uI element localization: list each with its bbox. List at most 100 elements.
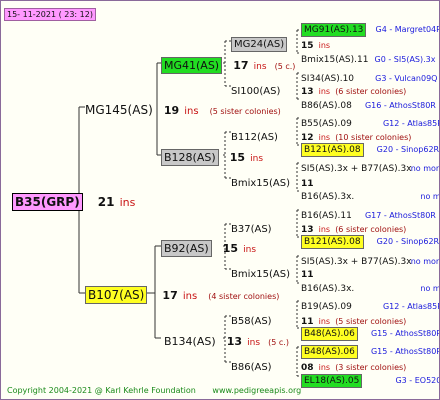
gen2-count: 13 bbox=[226, 335, 243, 348]
gen2-ins: ins bbox=[253, 62, 267, 72]
gen2-name: MG41(AS) bbox=[161, 57, 223, 74]
gen4-row-2: Bmix15(AS).11 G0 - SI5(AS).3x bbox=[301, 49, 435, 65]
gen3-name: Bmix15(AS) bbox=[231, 178, 291, 189]
gen2-name: B128(AS) bbox=[161, 149, 219, 166]
gen4-ref: G4 - Margret04R bbox=[375, 25, 440, 34]
gen2-note: (5 c.) bbox=[274, 62, 296, 71]
pedigree-diagram: 15- 11-2021 ( 23: 12) B35(GRP) 21 ins MG… bbox=[0, 0, 440, 400]
gen4-row-9: B16(AS).11 G17 - AthosSt80R bbox=[301, 205, 436, 221]
root-name: B35(GRP) bbox=[12, 193, 83, 211]
gen3-name: Bmix15(AS) bbox=[231, 269, 291, 280]
gen3-node-6: Bmix15(AS) bbox=[231, 264, 290, 280]
gen4-row-10: B121(AS).08 G20 - Sinop62R bbox=[301, 231, 440, 249]
gen2-name: B92(AS) bbox=[161, 240, 212, 257]
gen4-name: B48(AS).06 bbox=[301, 345, 358, 359]
gen4-ref: G15 - AthosSt80R bbox=[370, 329, 440, 338]
gen3-node-5: B37(AS) bbox=[231, 219, 272, 235]
gen4-name: SI5(AS).3x + B77(AS).3x bbox=[301, 257, 412, 267]
gen3-node-8: B86(AS) bbox=[231, 357, 272, 373]
gen2-node-2: B128(AS) 15 ins bbox=[161, 148, 264, 166]
gen4-name: SI34(AS).10 bbox=[301, 74, 355, 84]
gen1-count: 19 bbox=[163, 104, 180, 117]
gen3-name: B58(AS) bbox=[231, 316, 272, 327]
root-ins: ins bbox=[119, 196, 136, 209]
gen4-name: MG91(AS).13 bbox=[301, 23, 367, 37]
gen4-ref: G12 - Atlas85R bbox=[382, 119, 440, 128]
gen4-ref: G16 - AthosSt80R bbox=[364, 101, 436, 110]
date-header: 15- 11-2021 ( 23: 12) bbox=[4, 4, 96, 21]
gen4-name: B121(AS).08 bbox=[301, 235, 364, 249]
gen4-ref: G17 - AthosSt80R bbox=[364, 211, 436, 220]
gen2-count: 15 bbox=[229, 151, 246, 164]
gen4-ref: G12 - Atlas85R bbox=[382, 302, 440, 311]
gen2-ins: ins bbox=[250, 154, 264, 164]
gen1-ins: ins bbox=[182, 291, 198, 302]
gen1-node-2: B107(AS) 17 ins (4 sister colonies) bbox=[85, 286, 280, 304]
gen2-node-1: MG41(AS) 17 ins (5 c.) bbox=[161, 56, 296, 74]
gen4-ref: no more bbox=[410, 164, 439, 173]
gen2-node-4: B134(AS) 13 ins (5 c.) bbox=[164, 332, 289, 348]
gen3-node-1: MG24(AS) bbox=[231, 34, 288, 52]
gen4-row-1: MG91(AS).13 G4 - Margret04R bbox=[301, 19, 440, 37]
gen2-name: B134(AS) bbox=[164, 335, 216, 348]
gen3-name: B37(AS) bbox=[231, 224, 272, 235]
gen1-note: (4 sister colonies) bbox=[208, 292, 280, 301]
gen1-note: (5 sister colonies) bbox=[209, 107, 281, 116]
gen4-ref: G15 - AthosSt80R bbox=[370, 347, 440, 356]
footer: Copyright 2004-2021 @ Karl Kehrle Founda… bbox=[7, 387, 301, 395]
gen4-row-8: B16(AS).3x. no more bbox=[301, 186, 440, 202]
gen2-note: (5 c.) bbox=[268, 338, 289, 347]
gen3-name: SI100(AS) bbox=[231, 86, 281, 97]
gen4-row-15: B48(AS).06 G15 - AthosSt80R bbox=[301, 341, 440, 359]
gen2-ins: ins bbox=[243, 245, 257, 255]
gen4-row-5: B55(AS).09 G12 - Atlas85R bbox=[301, 113, 440, 129]
gen4-ref: G3 - EO520 bbox=[395, 376, 440, 385]
gen4-ref: no more bbox=[410, 257, 439, 266]
gen3-name: B112(AS) bbox=[231, 132, 278, 143]
gen4-name: B48(AS).06 bbox=[301, 327, 358, 341]
gen2-node-3: B92(AS) 15 ins bbox=[161, 239, 257, 257]
gen2-count: 15 bbox=[222, 242, 239, 255]
gen4-name: SI5(AS).3x + B77(AS).3x bbox=[301, 164, 412, 174]
gen4-row-13: B19(AS).09 G12 - Atlas85R bbox=[301, 296, 440, 312]
gen4-name: Bmix15(AS).11 bbox=[301, 55, 369, 65]
gen1-count: 17 bbox=[162, 289, 178, 302]
gen4-name: B121(AS).08 bbox=[301, 143, 364, 157]
gen4-row-6: B121(AS).08 G20 - Sinop62R bbox=[301, 139, 440, 157]
gen2-ins: ins bbox=[247, 338, 261, 348]
gen4-ref: G3 - Vulcan09Q bbox=[375, 74, 438, 83]
gen4-row-4: B86(AS).08 G16 - AthosSt80R bbox=[301, 95, 436, 111]
gen4-ref: no more bbox=[420, 284, 440, 293]
gen4-ref: no more bbox=[420, 192, 440, 201]
root-node: B35(GRP) 21 ins bbox=[12, 193, 136, 211]
gen4-name: B16(AS).3x. bbox=[301, 284, 355, 294]
gen4-ref: G20 - Sinop62R bbox=[376, 145, 440, 154]
gen4-name: EL18(AS).05 bbox=[301, 374, 363, 388]
gen4-ref: G0 - SI5(AS).3x bbox=[374, 55, 436, 64]
gen3-node-4: Bmix15(AS) bbox=[231, 173, 290, 189]
gen3-name: B86(AS) bbox=[231, 362, 272, 373]
gen3-node-2: SI100(AS) bbox=[231, 81, 280, 97]
gen4-row-16: EL18(AS).05 G3 - EO520 bbox=[301, 370, 440, 388]
copyright-text: Copyright 2004-2021 @ Karl Kehrle Founda… bbox=[7, 386, 196, 395]
date-label: 15- 11-2021 ( 23: 12) bbox=[4, 8, 96, 21]
gen1-node-1: MG145(AS) 19 ins (5 sister colonies) bbox=[85, 101, 281, 117]
gen4-name: B19(AS).09 bbox=[301, 302, 352, 312]
gen4-row-11: SI5(AS).3x + B77(AS).3x no more bbox=[301, 251, 439, 267]
gen2-count: 17 bbox=[233, 59, 249, 72]
gen4-row-12: B16(AS).3x. no more bbox=[301, 278, 440, 294]
gen4-name: B55(AS).09 bbox=[301, 119, 352, 129]
root-count: 21 bbox=[97, 195, 115, 209]
gen1-ins: ins bbox=[184, 106, 199, 117]
gen4-name: B86(AS).08 bbox=[301, 101, 352, 111]
gen3-node-7: B58(AS) bbox=[231, 311, 272, 327]
gen4-row-7: SI5(AS).3x + B77(AS).3x no more bbox=[301, 158, 439, 174]
gen1-name: B107(AS) bbox=[85, 286, 148, 304]
site-link[interactable]: www.pedigreeapis.org bbox=[212, 386, 301, 395]
gen3-node-3: B112(AS) bbox=[231, 127, 278, 143]
gen3-name: MG24(AS) bbox=[231, 37, 288, 52]
gen4-row-14: B48(AS).06 G15 - AthosSt80R bbox=[301, 323, 440, 341]
gen4-name: B16(AS).3x. bbox=[301, 192, 355, 202]
gen4-row-3: SI34(AS).10 G3 - Vulcan09Q bbox=[301, 68, 437, 84]
gen4-ref: G20 - Sinop62R bbox=[376, 237, 440, 246]
